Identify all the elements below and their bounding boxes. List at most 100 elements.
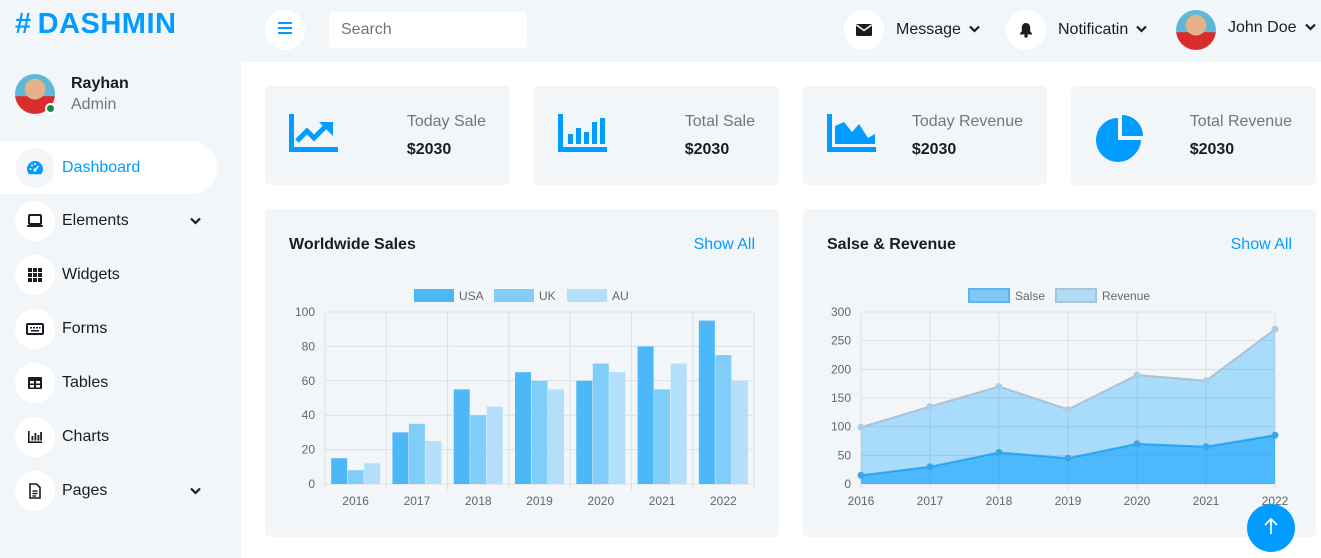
bar (715, 355, 732, 484)
chevron-down-icon (1136, 24, 1148, 36)
file-icon (15, 471, 55, 511)
stat-title: Today Revenue (911, 113, 1023, 130)
bar (531, 380, 548, 484)
bar (637, 346, 654, 484)
sidebar-item-charts[interactable]: Charts (0, 410, 241, 464)
stat-title: Today Sale (406, 113, 486, 130)
x-tick-label: 2019 (1055, 494, 1082, 508)
envelope-icon (844, 10, 884, 50)
laptop-icon (15, 201, 55, 241)
bell-icon (1006, 10, 1046, 50)
sidebar-item-tables[interactable]: Tables (0, 356, 241, 410)
data-point (1064, 454, 1072, 462)
sidebar-item-label: Dashboard (62, 158, 141, 176)
x-tick-label: 2020 (587, 494, 614, 508)
line-chart-icon (289, 114, 341, 158)
bar (548, 389, 564, 484)
search-input[interactable] (329, 12, 527, 48)
stat-value: $2030 (406, 141, 452, 158)
x-tick-label: 2021 (649, 494, 676, 508)
x-tick-label: 2016 (342, 494, 369, 508)
stat-card-today-revenue: Today Revenue $2030 (803, 86, 1047, 185)
table-icon (15, 363, 55, 403)
sidebar: # DASHMIN Rayhan Admin Dashboard Elements (0, 0, 241, 558)
data-point (995, 383, 1003, 391)
bar (470, 415, 487, 484)
sidebar-item-dashboard[interactable]: Dashboard (0, 141, 217, 194)
profile-name: Rayhan (71, 74, 129, 92)
message-dropdown[interactable]: Message (844, 10, 980, 50)
sidebar-item-label: Charts (62, 428, 110, 445)
back-to-top-button[interactable] (1247, 504, 1295, 552)
stat-value: $2030 (684, 141, 730, 158)
y-tick-label: 0 (844, 477, 851, 491)
avatar (1176, 10, 1216, 50)
sidebar-item-pages[interactable]: Pages (0, 464, 241, 518)
sidebar-toggle-button[interactable] (265, 10, 305, 50)
brand-hash: # (15, 8, 32, 40)
data-point (995, 448, 1003, 456)
sidebar-item-label: Forms (62, 320, 108, 337)
stat-title: Total Revenue (1189, 113, 1292, 130)
sidebar-item-elements[interactable]: Elements (0, 194, 241, 248)
pie-chart-icon (1095, 114, 1147, 162)
stat-value: $2030 (911, 141, 957, 158)
sidebar-item-widgets[interactable]: Widgets (0, 248, 241, 302)
stat-card-total-revenue: Total Revenue $2030 (1071, 86, 1316, 185)
data-point (1064, 405, 1072, 413)
legend-swatch (1055, 288, 1097, 303)
user-profile: Rayhan Admin (15, 74, 129, 114)
stat-title: Total Sale (684, 113, 755, 130)
data-point (857, 423, 865, 431)
bar (347, 470, 364, 484)
legend-swatch (494, 289, 534, 302)
bar (486, 406, 503, 484)
data-point (1202, 443, 1210, 451)
y-tick-label: 200 (831, 362, 851, 376)
sidebar-item-forms[interactable]: Forms (0, 302, 241, 356)
bar (331, 458, 348, 484)
bar (425, 441, 442, 484)
main-content: Today Sale $2030 Total Sale $2030 Today … (241, 62, 1321, 558)
legend-label: Revenue (1102, 289, 1150, 303)
x-tick-label: 2017 (917, 494, 944, 508)
stat-value: $2030 (1189, 141, 1235, 158)
notification-dropdown[interactable]: Notificatin (1006, 10, 1148, 50)
legend-label: UK (539, 289, 556, 303)
hamburger-icon (278, 21, 292, 39)
y-tick-label: 100 (295, 305, 315, 319)
data-point (1133, 440, 1141, 448)
user-name: John Doe (1228, 19, 1297, 36)
grid-icon (15, 255, 55, 295)
data-point (857, 471, 865, 479)
y-tick-label: 150 (831, 391, 851, 405)
y-tick-label: 40 (302, 408, 316, 422)
chevron-down-icon (1304, 22, 1316, 34)
bar (609, 372, 626, 484)
data-point (926, 403, 934, 411)
bar (698, 320, 715, 484)
data-point (1271, 325, 1279, 333)
x-tick-label: 2021 (1193, 494, 1220, 508)
legend-swatch (968, 288, 1010, 303)
bar (515, 372, 531, 484)
user-dropdown[interactable]: John Doe (1176, 10, 1316, 50)
brand-logo[interactable]: # DASHMIN (15, 8, 176, 41)
y-tick-label: 50 (838, 448, 852, 462)
sidebar-nav: Dashboard Elements Widgets Forms Tables … (0, 141, 241, 518)
chevron-down-icon (190, 484, 201, 498)
message-label: Message (896, 21, 961, 38)
sidebar-item-label: Pages (62, 482, 108, 499)
legend-label: AU (612, 289, 629, 303)
legend-label: USA (459, 289, 484, 303)
y-tick-label: 300 (831, 305, 851, 319)
chevron-down-icon (190, 214, 201, 228)
data-point (1133, 371, 1141, 379)
legend-swatch (414, 289, 454, 302)
topbar: Message Notificatin John Doe (241, 0, 1321, 62)
area-chart-icon (827, 114, 879, 158)
bar (364, 463, 381, 484)
x-tick-label: 2019 (526, 494, 553, 508)
bar (670, 363, 687, 484)
y-tick-label: 60 (302, 374, 316, 388)
